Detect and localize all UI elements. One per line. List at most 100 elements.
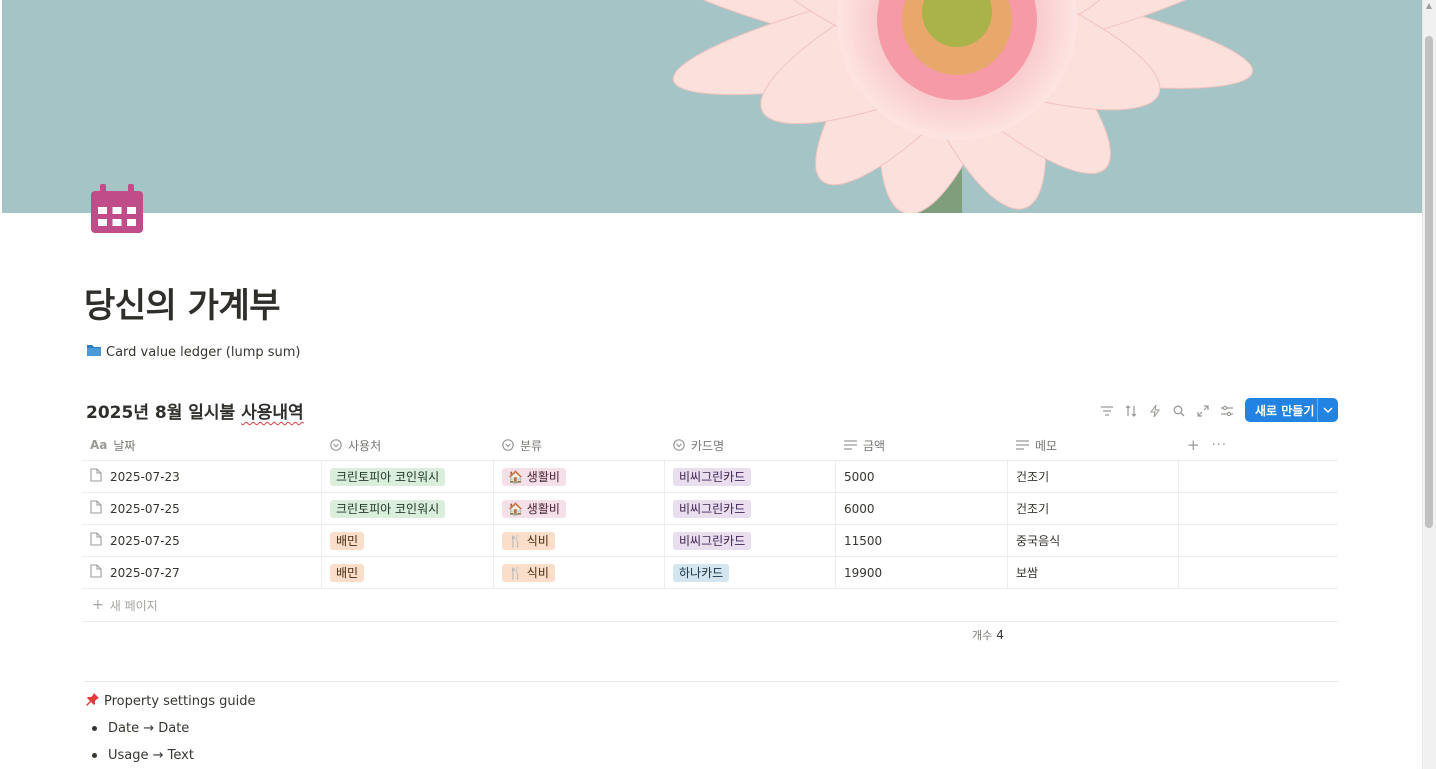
amount-cell[interactable]: 6000 xyxy=(836,493,1008,524)
table-row[interactable]: 2025-07-27 배민 🍴 식비 하나카드 19900 보쌈 xyxy=(82,557,1338,589)
card-cell[interactable]: 하나카드 xyxy=(665,557,836,588)
column-label: 날짜 xyxy=(113,438,136,453)
card-tag: 비씨그린카드 xyxy=(673,467,752,486)
guide-bullet-item[interactable]: Usage → Text xyxy=(92,748,194,763)
place-cell[interactable]: 크린토피아 코인워시 xyxy=(322,493,494,524)
column-header-place[interactable]: 사용처 xyxy=(322,430,494,460)
divider xyxy=(84,681,1338,682)
memo-cell[interactable]: 보쌈 xyxy=(1008,557,1179,588)
plus-icon: + xyxy=(92,597,104,613)
guide-bullet-item[interactable]: Date → Date xyxy=(92,721,189,736)
more-options-icon[interactable]: ··· xyxy=(1212,438,1227,453)
table-row[interactable]: 2025-07-25 배민 🍴 식비 비씨그린카드 11500 중국음식 xyxy=(82,525,1338,557)
date-cell[interactable]: 2025-07-27 xyxy=(82,557,322,588)
fork-knife-icon: 🍴 xyxy=(508,533,523,548)
count-label: 개수 xyxy=(972,629,993,642)
place-tag: 배민 xyxy=(330,563,365,582)
category-label: 식비 xyxy=(526,533,549,548)
place-cell[interactable]: 크린토피아 코인워시 xyxy=(322,461,494,492)
filter-icon[interactable] xyxy=(1098,402,1116,420)
date-value: 2025-07-25 xyxy=(110,501,180,516)
place-cell[interactable]: 배민 xyxy=(322,525,494,556)
bullet-text: Usage → Text xyxy=(108,748,194,763)
row-count[interactable]: 개수 4 xyxy=(972,627,1004,643)
column-header-amount[interactable]: 금액 xyxy=(836,430,1008,460)
empty-cell xyxy=(1179,461,1338,492)
column-header-card[interactable]: 카드명 xyxy=(665,430,836,460)
table-row[interactable]: 2025-07-23 크린토피아 코인워시 🏠 생활비 비씨그린카드 5000 … xyxy=(82,461,1338,493)
date-cell[interactable]: 2025-07-23 xyxy=(82,461,322,492)
empty-cell xyxy=(1179,557,1338,588)
column-label: 메모 xyxy=(1035,438,1058,453)
scroll-up-arrow-icon[interactable]: ▲ xyxy=(1425,2,1433,10)
bullet-dot xyxy=(92,726,97,731)
category-label: 생활비 xyxy=(526,469,560,484)
settings-icon[interactable] xyxy=(1218,402,1236,420)
vertical-scrollbar[interactable]: ▲ xyxy=(1422,0,1436,769)
category-label: 생활비 xyxy=(526,501,560,516)
folder-icon xyxy=(86,343,102,361)
category-cell[interactable]: 🏠 생활비 xyxy=(494,493,665,524)
page-cover[interactable] xyxy=(2,0,1422,213)
add-property-icon[interactable]: + xyxy=(1187,436,1200,454)
select-property-icon xyxy=(673,439,685,451)
house-icon: 🏠 xyxy=(508,501,523,516)
place-tag: 크린토피아 코인워시 xyxy=(330,499,446,518)
memo-cell[interactable]: 건조기 xyxy=(1008,493,1179,524)
new-page-row[interactable]: + 새 페이지 xyxy=(82,589,1338,622)
chevron-down-icon[interactable] xyxy=(1318,407,1338,413)
card-tag: 하나카드 xyxy=(673,563,730,582)
category-cell[interactable]: 🏠 생활비 xyxy=(494,461,665,492)
place-cell[interactable]: 배민 xyxy=(322,557,494,588)
select-property-icon xyxy=(502,439,514,451)
house-icon: 🏠 xyxy=(508,469,523,484)
guide-title: Property settings guide xyxy=(104,693,256,709)
category-tag: 🍴 식비 xyxy=(502,563,555,582)
database-title[interactable]: 2025년 8월 일시불 사용내역 xyxy=(86,398,304,423)
amount-cell[interactable]: 5000 xyxy=(836,461,1008,492)
amount-cell[interactable]: 11500 xyxy=(836,525,1008,556)
guide-heading[interactable]: Property settings guide xyxy=(86,692,255,710)
expand-icon[interactable] xyxy=(1194,402,1212,420)
place-tag: 배민 xyxy=(330,531,365,550)
database-title-underlined: 사용내역 xyxy=(241,403,304,423)
column-header-date[interactable]: Aa 날짜 xyxy=(82,430,322,460)
category-cell[interactable]: 🍴 식비 xyxy=(494,525,665,556)
flower-cover-image xyxy=(2,0,1422,213)
amount-cell[interactable]: 19900 xyxy=(836,557,1008,588)
card-cell[interactable]: 비씨그린카드 xyxy=(665,525,836,556)
category-cell[interactable]: 🍴 식비 xyxy=(494,557,665,588)
database-table: Aa 날짜 사용처 분류 카드명 금액 메모 + ··· 2025-07-23 … xyxy=(82,430,1338,622)
database-title-text: 2025년 8월 일시불 xyxy=(86,403,242,423)
new-item-button[interactable]: 새로 만들기 xyxy=(1245,398,1338,422)
memo-cell[interactable]: 중국음식 xyxy=(1008,525,1179,556)
table-header-row: Aa 날짜 사용처 분류 카드명 금액 메모 + ··· xyxy=(82,430,1338,461)
date-cell[interactable]: 2025-07-25 xyxy=(82,493,322,524)
memo-cell[interactable]: 건조기 xyxy=(1008,461,1179,492)
linked-page-card-ledger[interactable]: Card value ledger (lump sum) xyxy=(86,342,301,362)
column-label: 사용처 xyxy=(348,438,382,453)
database-toolbar xyxy=(1098,400,1236,422)
pin-icon xyxy=(86,692,100,710)
lightning-icon[interactable] xyxy=(1146,402,1164,420)
table-row[interactable]: 2025-07-25 크린토피아 코인워시 🏠 생활비 비씨그린카드 6000 … xyxy=(82,493,1338,525)
sort-icon[interactable] xyxy=(1122,402,1140,420)
column-header-memo[interactable]: 메모 xyxy=(1008,430,1179,460)
column-header-actions: + ··· xyxy=(1179,430,1338,460)
category-tag: 🏠 생활비 xyxy=(502,467,566,486)
new-item-label: 새로 만들기 xyxy=(1255,403,1315,418)
text-property-icon xyxy=(844,440,857,450)
page-title[interactable]: 당신의 가계부 xyxy=(84,278,281,327)
scrollbar-thumb[interactable] xyxy=(1425,36,1433,528)
column-label: 카드명 xyxy=(691,438,725,453)
date-cell[interactable]: 2025-07-25 xyxy=(82,525,322,556)
category-tag: 🏠 생활비 xyxy=(502,499,566,518)
search-icon[interactable] xyxy=(1170,402,1188,420)
calendar-icon[interactable] xyxy=(88,181,146,235)
column-header-category[interactable]: 분류 xyxy=(494,430,665,460)
bullet-dot xyxy=(92,753,97,758)
card-cell[interactable]: 비씨그린카드 xyxy=(665,461,836,492)
card-tag: 비씨그린카드 xyxy=(673,499,752,518)
fork-knife-icon: 🍴 xyxy=(508,565,523,580)
card-cell[interactable]: 비씨그린카드 xyxy=(665,493,836,524)
